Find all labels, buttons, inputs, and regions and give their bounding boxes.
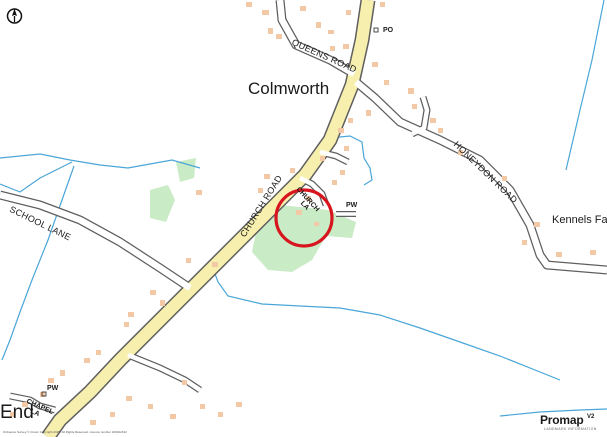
place-label-kennels: Kennels Fa (552, 214, 607, 226)
logo-wordmark: Promap (540, 413, 584, 427)
place-label-colmworth: Colmworth (248, 79, 330, 98)
stream (565, 0, 605, 171)
woodland-area (150, 185, 175, 222)
logo-tagline: LANDMARK INFORMATION (544, 427, 597, 431)
copyright-notice: Ordnance Survey © Crown Copyright 2025. … (3, 430, 127, 434)
stream (209, 259, 561, 381)
promap-logo: Promap V2 LANDMARK INFORMATION (540, 413, 602, 435)
stream (0, 153, 201, 169)
post-office-icon (373, 27, 379, 33)
stream (0, 161, 73, 193)
map-view[interactable]: Colmworth End Kennels Fa PO PW PW QUEENS… (0, 0, 607, 437)
logo-version: V2 (587, 414, 595, 420)
poi-label-post-office: PO (383, 27, 394, 34)
map-canvas (0, 0, 607, 437)
poi-label-chapel: PW (47, 385, 59, 392)
north-arrow-icon[interactable] (6, 6, 23, 25)
poi-label-place-of-worship: PW (346, 202, 358, 209)
